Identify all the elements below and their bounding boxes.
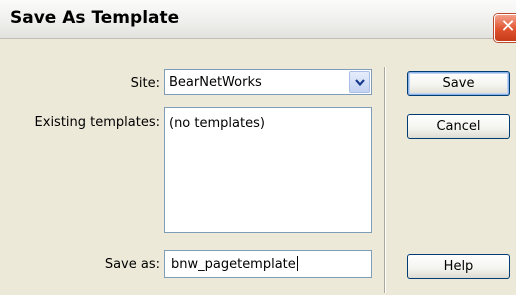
save-as-template-dialog: Save As Template ✕ Site: BearNetWorks Ex… [0,0,516,295]
vertical-divider [384,67,385,293]
site-select-value: BearNetWorks [169,75,262,90]
dialog-title: Save As Template [10,8,180,28]
cancel-button[interactable]: Cancel [407,114,510,139]
save-button[interactable]: Save [407,71,510,96]
close-button[interactable]: ✕ [494,14,516,42]
existing-templates-label: Existing templates: [34,115,160,130]
save-as-input[interactable]: bnw_pagetemplate [164,250,372,278]
save-as-input-value: bnw_pagetemplate [171,257,296,272]
save-as-label: Save as: [104,257,160,272]
site-label: Site: [130,76,160,91]
chevron-down-icon [355,79,365,87]
site-dropdown-button[interactable] [349,71,370,93]
existing-templates-list[interactable]: (no templates) [164,107,372,233]
list-item[interactable]: (no templates) [169,116,265,131]
help-button[interactable]: Help [407,254,510,279]
text-cursor [296,256,298,271]
close-icon: ✕ [500,16,516,37]
site-select[interactable]: BearNetWorks [164,69,372,95]
title-bar: Save As Template ✕ [0,0,516,42]
